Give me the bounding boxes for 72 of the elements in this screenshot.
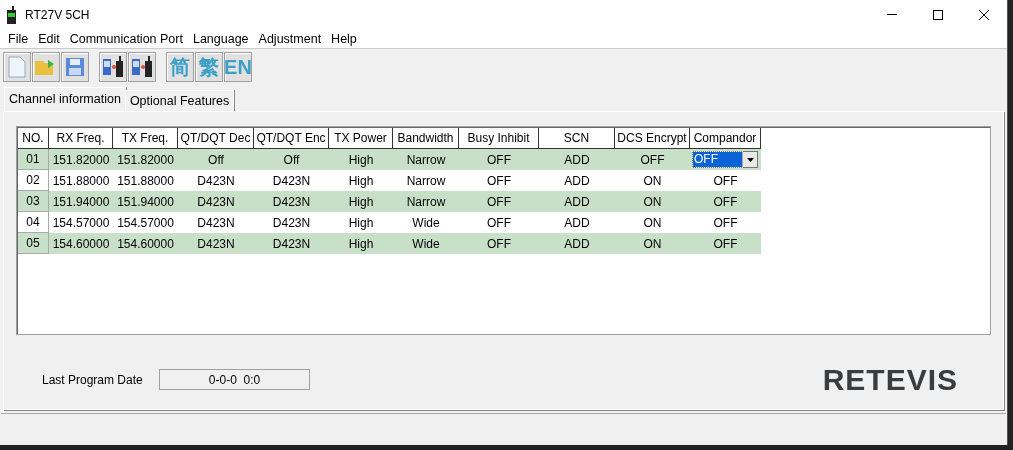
menu-item[interactable]: Edit [33,29,65,49]
table-cell: OFF [459,191,539,212]
walkie-talkie-icon [101,55,125,79]
table-cell: 154.60000 [49,233,113,254]
table-cell: 04 [18,212,49,233]
table-cell: OFF [690,233,761,254]
column-header[interactable]: Compandor [690,128,761,149]
column-header[interactable]: SCN [539,128,615,149]
table-cell: ON [615,191,690,212]
table-cell: D423N [254,233,329,254]
last-program-field: 0-0-0 0:0 [159,369,310,390]
table-cell: 02 [18,170,49,191]
write-device-button[interactable] [128,52,156,82]
menu-item[interactable]: Help [326,29,362,49]
table-cell: 05 [18,233,49,254]
table-cell: OFF [459,149,539,170]
column-header[interactable]: DCS Encrypt [615,128,690,149]
table-cell: 151.94000 [113,191,178,212]
tab[interactable]: Optional Features [125,90,235,111]
column-header[interactable]: QT/DQT Dec [178,128,254,149]
document-icon [8,56,26,78]
table-cell: Wide [393,233,459,254]
table-cell: ADD [539,233,615,254]
table-cell: ON [615,233,690,254]
logo: RETEVIS [822,362,958,398]
menu-item[interactable]: Language [187,29,254,49]
table-cell: 151.82000 [49,149,113,170]
menu-item[interactable]: File [3,29,34,49]
save-icon [65,57,85,77]
close-icon [979,10,989,20]
table-cell: OFF [615,149,690,170]
table-cell: Off [254,149,329,170]
table-cell: 151.82000 [113,149,178,170]
column-header[interactable]: Bandwidth [393,128,459,149]
tab[interactable]: Channel information [4,87,126,111]
table-cell: Off [178,149,254,170]
table-cell: High [329,233,393,254]
last-program-label: Last Program Date [42,371,144,389]
radio-icon [6,6,17,24]
table-cell: 03 [18,191,49,212]
menu-item[interactable]: Adjustment [253,29,327,49]
open-file-button[interactable] [32,52,60,82]
column-header[interactable]: TX Power [329,128,393,149]
window-title: RT27V 5CH [25,7,90,24]
caret-icon [746,157,754,162]
table-cell: ADD [539,191,615,212]
table-cell: ADD [539,149,615,170]
menu-item[interactable]: Communication Port [64,29,188,49]
column-header[interactable]: TX Freq. [113,128,178,149]
maximize-icon [933,10,943,20]
dropdown[interactable]: OFF [692,151,758,168]
column-header[interactable]: RX Freq. [49,128,113,149]
column-header[interactable]: NO. [18,128,49,149]
new-file-button[interactable] [3,52,31,82]
table-cell: Narrow [393,149,459,170]
table-cell: D423N [254,191,329,212]
save-button[interactable] [61,52,89,82]
read-device-button[interactable] [99,52,127,82]
table-cell: D423N [178,233,254,254]
table-cell: 154.60000 [113,233,178,254]
table-cell: 151.94000 [49,191,113,212]
minimize-icon [887,14,897,16]
table-cell: D423N [178,191,254,212]
table-cell: OFF [690,191,761,212]
column-header[interactable]: Busy Inhibit [459,128,539,149]
table-cell: Narrow [393,191,459,212]
walkie-talkie-icon [130,55,154,79]
table-cell: OFF [459,233,539,254]
table-cell: High [329,191,393,212]
column-header[interactable]: QT/DQT Enc [254,128,329,149]
table-cell: High [329,149,393,170]
table-cell: 01 [18,149,49,170]
